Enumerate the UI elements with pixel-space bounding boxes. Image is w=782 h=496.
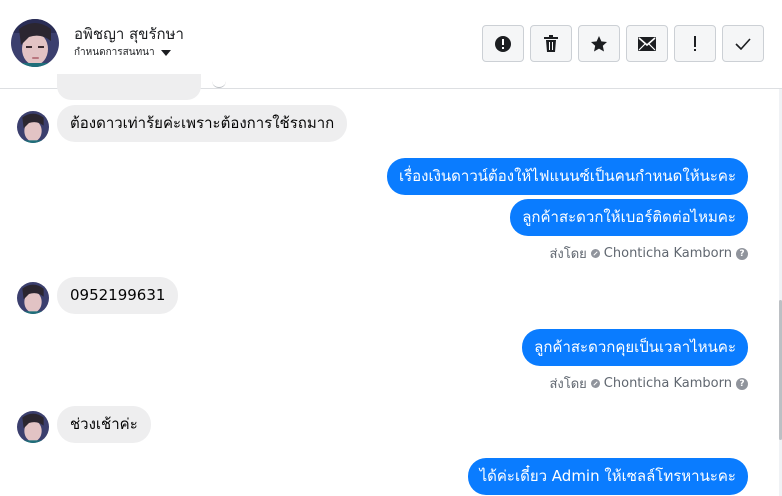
assign-conversation-dropdown[interactable]: กำหนดการสนทนา [74, 45, 171, 60]
verified-dot-icon [590, 249, 600, 258]
incoming-message[interactable]: ช่วงเช้าค่ะ [57, 406, 151, 443]
contact-name[interactable]: อพิชญา สุขรักษา [74, 22, 184, 46]
outgoing-message[interactable]: ได้ค่ะเดี๋ยว Admin ให้เซลล์โทรหานะคะ [467, 458, 748, 495]
outgoing-message[interactable]: ลูกค้าสะดวกให้เบอร์ติดต่อไหมคะ [510, 199, 748, 236]
star-button[interactable] [578, 25, 620, 62]
incoming-message[interactable]: ต้องดาวเท่าร้ยค่ะเพราะต้องการใช้รถมาก [57, 105, 348, 142]
sent-by-prefix: ส่งโดย [549, 377, 587, 392]
incoming-message[interactable]: 0952199631 [57, 277, 179, 314]
sent-by-agent: Chonticha Kamborn [603, 246, 732, 261]
report-button[interactable] [482, 25, 524, 62]
outgoing-message[interactable]: ลูกค้าสะดวกคุยเป็นเวลาไหนคะ [522, 329, 748, 366]
contact-avatar[interactable] [11, 19, 59, 67]
sent-by-prefix: ส่งโดย [549, 247, 587, 262]
trash-icon [543, 34, 559, 53]
alert-circle-icon [494, 35, 512, 53]
caret-down-icon [160, 49, 171, 56]
sent-by-info: ส่งโดย Chonticha Kamborn ? [549, 373, 748, 394]
header-actions [482, 25, 764, 62]
star-icon [590, 35, 608, 53]
mark-unread-button[interactable] [626, 25, 668, 62]
previous-message-bubble [57, 74, 201, 100]
exclamation-icon [692, 35, 698, 53]
contact-avatar-small[interactable] [17, 411, 49, 443]
sent-by-agent: Chonticha Kamborn [603, 376, 732, 391]
contact-avatar-small[interactable] [17, 111, 49, 143]
outgoing-message[interactable]: เรื่องเงินดาวน์ต้องให้ไฟแนนซ์เป็นคนกำหนด… [386, 158, 748, 195]
assign-conversation-label: กำหนดการสนทนา [74, 47, 155, 58]
delete-button[interactable] [530, 25, 572, 62]
envelope-icon [638, 36, 656, 51]
help-icon[interactable]: ? [736, 377, 748, 390]
done-button[interactable] [722, 25, 764, 62]
contact-avatar-small[interactable] [17, 282, 49, 314]
check-icon [735, 37, 751, 50]
sent-by-info: ส่งโดย Chonticha Kamborn ? [549, 243, 748, 264]
help-icon[interactable]: ? [736, 247, 748, 260]
important-button[interactable] [674, 25, 716, 62]
verified-dot-icon [590, 379, 600, 388]
